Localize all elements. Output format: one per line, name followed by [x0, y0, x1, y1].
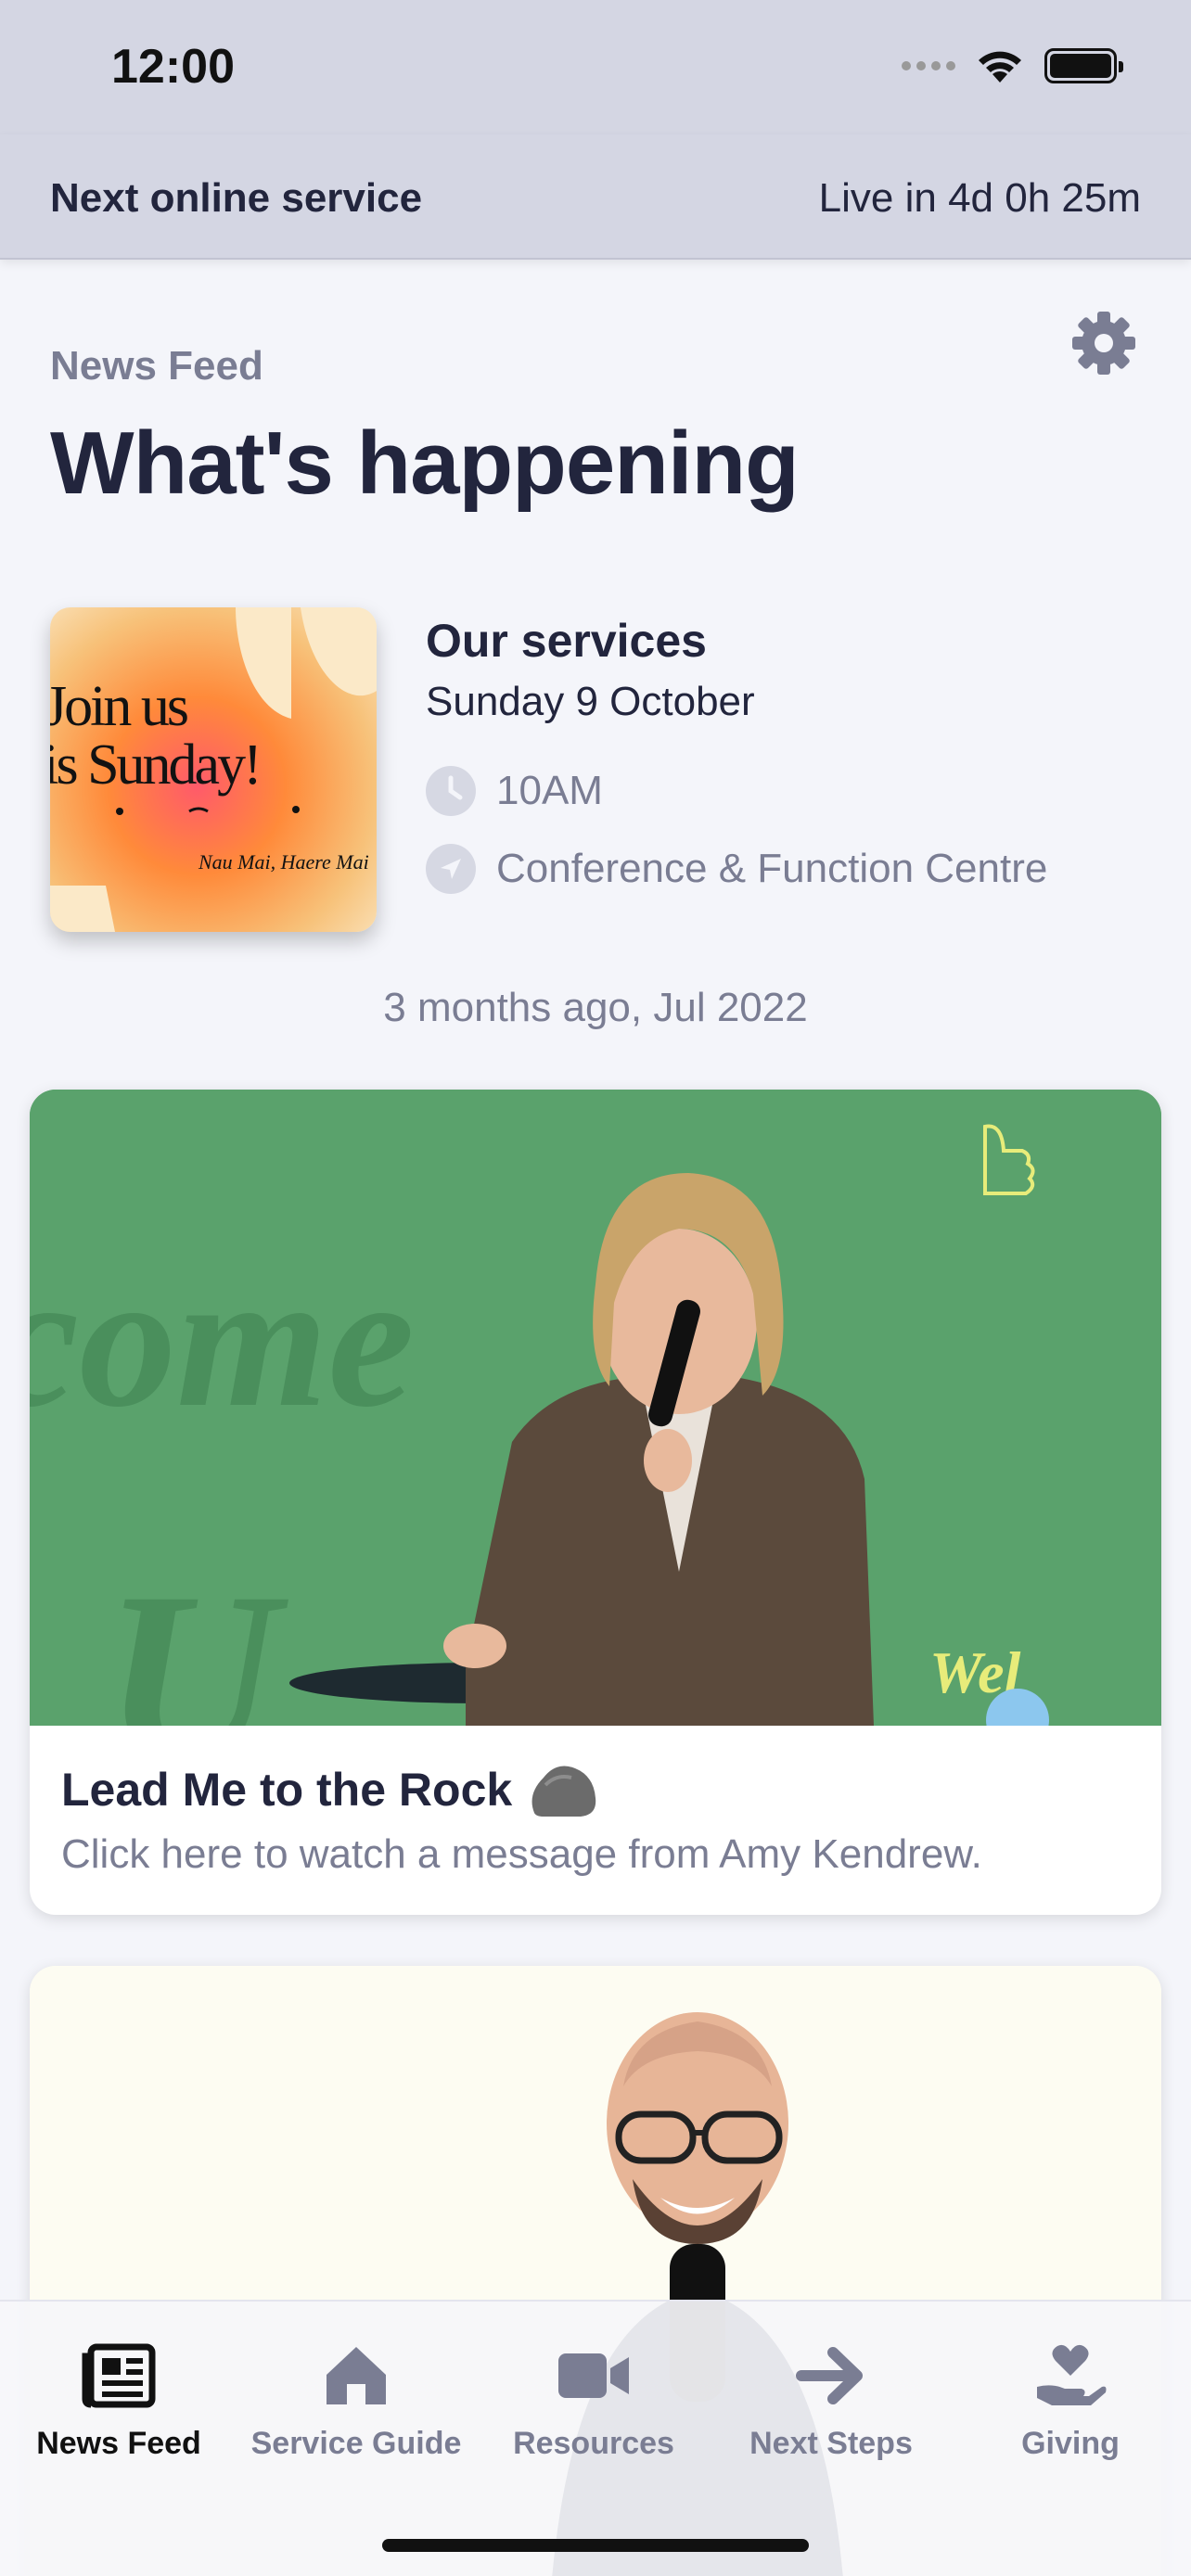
status-bar: 12:00: [0, 0, 1191, 134]
location-arrow-icon: [426, 844, 476, 894]
event-location: Conference & Function Centre: [496, 846, 1048, 891]
event-time-row: 10AM: [426, 766, 603, 816]
video-icon: [557, 2339, 631, 2413]
tab-label: Service Guide: [250, 2426, 462, 2461]
svg-text:come: come: [30, 1232, 415, 1447]
tab-label: Next Steps: [749, 2426, 913, 2461]
thumbnail-line-3: Nau Mai, Haere Mai: [198, 850, 369, 874]
card-title: Lead Me to the Rock: [61, 1757, 599, 1822]
next-service-label: Next online service: [50, 175, 423, 221]
page-title: What's happening: [50, 414, 800, 513]
svg-text:U: U: [104, 1543, 288, 1726]
tab-news-feed[interactable]: News Feed: [0, 2339, 237, 2478]
wifi-icon: [979, 51, 1021, 83]
section-subtitle: News Feed: [50, 343, 263, 389]
next-service-countdown: Live in 4d 0h 25m: [818, 175, 1141, 221]
rock-icon: [531, 1766, 596, 1817]
battery-icon: [1044, 48, 1123, 83]
tab-next-steps[interactable]: Next Steps: [712, 2339, 950, 2478]
home-indicator[interactable]: [382, 2539, 809, 2552]
event-thumbnail[interactable]: Join us this Sunday! Nau Mai, Haere Mai: [50, 607, 377, 932]
heart-hand-icon: [1033, 2339, 1108, 2413]
newspaper-icon: [82, 2339, 156, 2413]
event-date: Sunday 9 October: [426, 679, 755, 724]
status-icons: [902, 43, 1123, 89]
tab-service-guide[interactable]: Service Guide: [237, 2339, 475, 2478]
tab-label: Giving: [1021, 2426, 1120, 2461]
card-description: Click here to watch a message from Amy K…: [61, 1831, 982, 1877]
tab-label: Resources: [513, 2426, 674, 2461]
status-time: 12:00: [111, 40, 235, 94]
event-location-row: Conference & Function Centre: [426, 844, 1047, 894]
settings-button[interactable]: [1067, 306, 1141, 380]
arrow-right-icon: [794, 2339, 868, 2413]
home-icon: [319, 2339, 393, 2413]
posted-time: 3 months ago, Jul 2022: [383, 985, 808, 1030]
feed-card[interactable]: come U Wel Lead Me to the Rock Click her…: [30, 1090, 1161, 1915]
clock-icon: [426, 766, 476, 816]
gear-icon: [1072, 312, 1135, 375]
tab-bar: News Feed Service Guide Resources Next S…: [0, 2300, 1191, 2576]
tab-label: News Feed: [36, 2426, 201, 2461]
card-image: come U Wel: [30, 1090, 1161, 1726]
card-title-text: Lead Me to the Rock: [61, 1764, 513, 1816]
tab-resources[interactable]: Resources: [475, 2339, 712, 2478]
signal-icon: [902, 61, 955, 70]
thumbnail-line-1: Join us: [50, 675, 189, 738]
event-title[interactable]: Our services: [426, 614, 707, 668]
speaker-photo: come U Wel: [30, 1090, 1161, 1726]
tab-giving[interactable]: Giving: [952, 2339, 1189, 2478]
event-time: 10AM: [496, 768, 603, 813]
next-service-banner[interactable]: Next online service Live in 4d 0h 25m: [0, 134, 1191, 260]
thumbnail-line-2: this Sunday!: [50, 733, 263, 797]
